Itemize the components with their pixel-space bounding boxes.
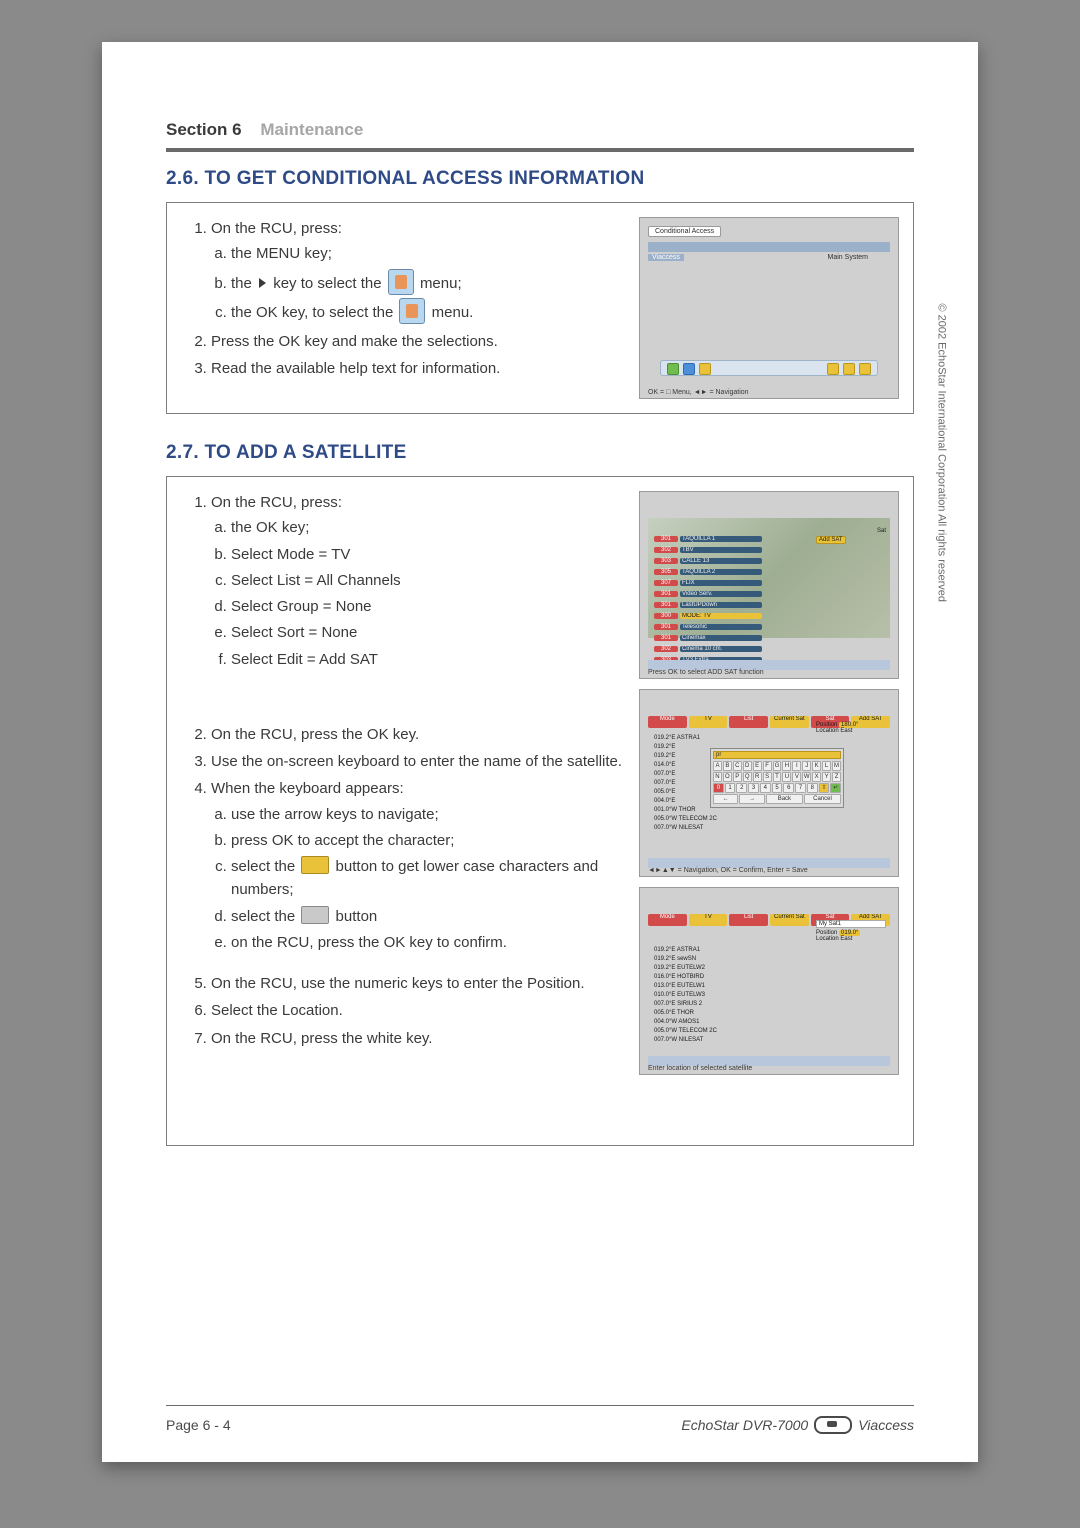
s27-step-6: Select the Location. [211,999,625,1022]
s27-4b: press OK to accept the character; [231,829,625,852]
box-2-7: On the RCU, press: the OK key; Select Mo… [166,476,914,1146]
s27-1c: Select List = All Channels [231,569,625,592]
s27-step-1-text: On the RCU, press: [211,494,342,511]
screenshot-add-sat-keyboard: ModeTVListCurrent SatSatAdd SAT Position… [639,689,899,877]
footer-model-text: EchoStar DVR-7000 [681,1417,808,1433]
shift-key-icon [301,856,329,874]
side-copyright: © 2002 EchoStar International Corporatio… [936,303,948,602]
shot-launcher [660,360,878,376]
shotB-kb-input: pr [713,751,841,759]
brand-logo-icon [814,1416,852,1434]
page-number: Page 6 - 4 [166,1417,231,1433]
page-footer: Page 6 - 4 EchoStar DVR-7000 Viaccess [166,1405,914,1434]
s27-4d-post: button [336,908,378,925]
box-2-6: On the RCU, press: the MENU key; the key… [166,202,914,414]
step-1c-pre: the OK key, to select the [231,304,397,321]
shotC-help: Enter location of selected satellite [648,1065,752,1072]
s27-1b: Select Mode = TV [231,543,625,566]
step-1b: the key to select the menu; [231,269,625,295]
screenshot-add-sat-position: ModeTVListCurrent SatSatAdd SAT My Sat1 … [639,887,899,1075]
shot-title: Conditional Access [648,226,721,237]
shotA-help: Press OK to select ADD SAT function [648,669,764,676]
s27-step-2: On the RCU, press the OK key. [211,723,625,746]
s27-4d: select the button [231,905,625,928]
menu-icon [399,298,425,324]
shotA-add-sat-btn: Add SAT [816,536,846,544]
shotB-loc-label: Location [816,728,839,734]
s27-step-4: When the keyboard appears: use the arrow… [211,777,625,968]
menu-icon [388,269,414,295]
shotC-loc-value: East [840,936,852,942]
s27-4e: on the RCU, press the OK key to confirm. [231,931,625,954]
step-1c-post: menu. [432,304,474,321]
s27-step-3: Use the on-screen keyboard to enter the … [211,750,625,773]
step-3: Read the available help text for informa… [211,357,625,380]
section-title: Maintenance [260,120,363,139]
heading-2-7: 2.7. TO ADD A SATELLITE [166,442,914,464]
step-1b-pre: the [231,275,256,292]
section-number: Section 6 [166,120,242,139]
step-1a: the MENU key; [231,242,625,265]
shotB-help: ◄►▲▼ = Navigation, OK = Confirm, Enter =… [648,867,808,874]
s27-4c: select the button to get lower case char… [231,855,625,902]
s27-4a: use the arrow keys to navigate; [231,803,625,826]
s27-step-7: On the RCU, press the white key. [211,1027,625,1050]
step-1b-post: menu; [420,275,462,292]
shotB-loc-value: East [840,728,852,734]
shot-help: OK = □ Menu, ◄► = Navigation [648,389,749,396]
s27-step-1: On the RCU, press: the OK key; Select Mo… [211,491,625,719]
enter-key-icon [301,906,329,924]
header-rule [166,148,914,152]
heading-2-6: 2.6. TO GET CONDITIONAL ACCESS INFORMATI… [166,168,914,190]
s27-4d-pre: select the [231,908,299,925]
s27-step-4-text: When the keyboard appears: [211,780,404,797]
shotC-loc-label: Location [816,936,839,942]
s27-4c-pre: select the [231,858,299,875]
shotB-keyboard: pr ABCDEFGHIJKLM NOPQRSTUVWXYZ 012345678… [710,748,844,808]
screenshot-conditional-access: Conditional Access Viaccess Main System … [639,217,899,399]
shotA-channel-list: 301TAQUILLA 1302TBV303CALLE 13305TAQUILL… [654,534,762,666]
document-page: © 2002 EchoStar International Corporatio… [102,42,978,1462]
footer-model: EchoStar DVR-7000 Viaccess [681,1416,914,1434]
s27-1d: Select Group = None [231,595,625,618]
step-2: Press the OK key and make the selections… [211,330,625,353]
shot-subbar: Viaccess [648,254,684,261]
step-1c: the OK key, to select the menu. [231,298,625,324]
screenshot-add-sat-list: ModeTVListCurrent SatSatNone Sat Add SAT… [639,491,899,679]
section-header: Section 6 Maintenance [166,120,914,140]
step-1b-mid: key to select the [273,275,386,292]
s27-1f: Select Edit = Add SAT [231,648,625,671]
s27-1a: the OK key; [231,516,625,539]
s27-1e: Select Sort = None [231,621,625,644]
shotC-name: My Sat1 [816,920,886,928]
step-1-text: On the RCU, press: [211,220,342,237]
s27-step-5: On the RCU, use the numeric keys to ente… [211,972,625,995]
step-1: On the RCU, press: the MENU key; the key… [211,217,625,324]
right-arrow-icon [259,278,266,288]
shotC-satlist: 019.2°E ASTRA1019.2°E sewSN019.2°E EUTEL… [654,946,764,1045]
footer-suffix: Viaccess [858,1417,914,1433]
shot-right-label: Main System [828,254,868,261]
